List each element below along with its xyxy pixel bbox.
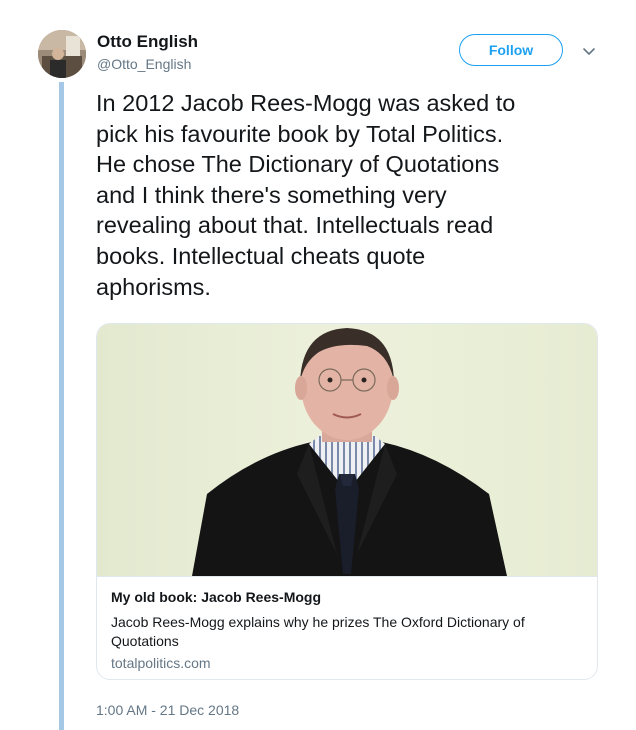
link-card[interactable]: My old book: Jacob Rees-Mogg Jacob Rees-… — [96, 323, 598, 680]
tweet-text: In 2012 Jacob Rees-Mogg was asked to pic… — [96, 90, 516, 300]
card-title[interactable]: My old book: Jacob Rees-Mogg — [111, 589, 321, 605]
avatar-image — [38, 30, 86, 78]
chevron-down-icon[interactable] — [580, 42, 598, 60]
card-description: Jacob Rees-Mogg explains why he prizes T… — [111, 614, 525, 649]
follow-button[interactable]: Follow — [459, 34, 563, 66]
card-image[interactable] — [97, 324, 597, 576]
author-handle[interactable]: @Otto_English — [97, 56, 191, 72]
tweet-timestamp[interactable]: 1:00 AM - 21 Dec 2018 — [96, 702, 239, 718]
author-name[interactable]: Otto English — [97, 32, 198, 52]
thread-line — [59, 82, 64, 730]
avatar[interactable] — [38, 30, 86, 78]
card-domain: totalpolitics.com — [111, 655, 211, 671]
card-body[interactable]: My old book: Jacob Rees-Mogg Jacob Rees-… — [97, 576, 597, 679]
